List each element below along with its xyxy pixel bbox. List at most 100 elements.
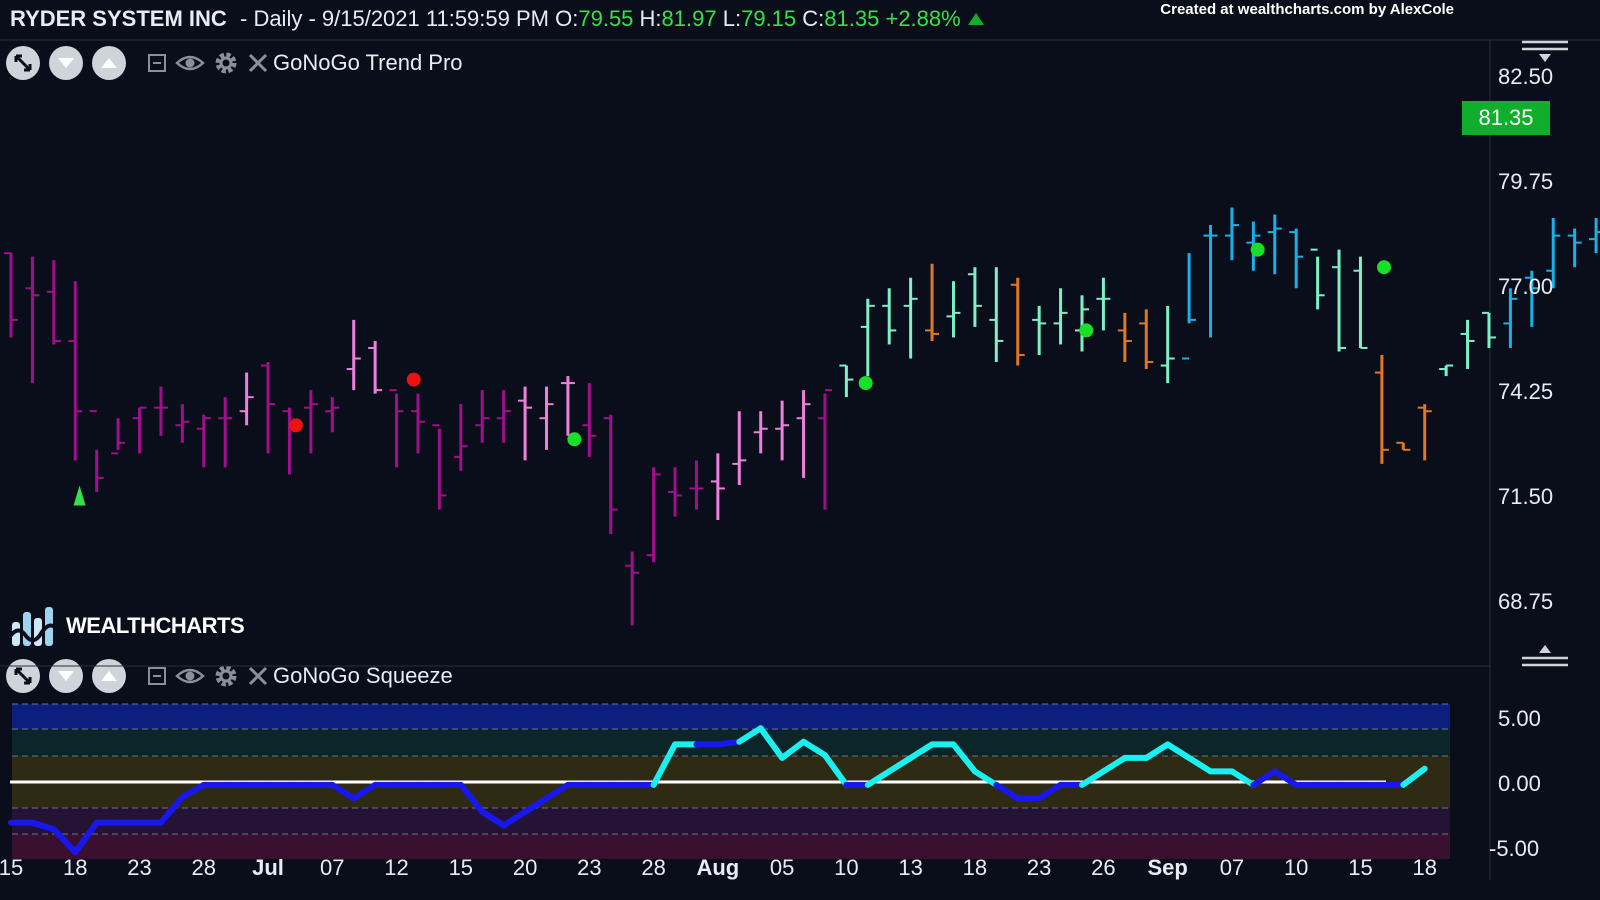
ohlc-bar (753, 411, 768, 454)
x-tick-label: 15 (448, 855, 474, 880)
ohlc-bar (410, 393, 425, 454)
x-tick-label: 18 (1412, 855, 1437, 880)
ohlc-bar (860, 298, 875, 377)
x-tick-label: Sep (1147, 855, 1188, 880)
ohlc-bar (539, 386, 554, 450)
ohlc-bar (839, 364, 854, 398)
signal-dot (406, 372, 421, 387)
x-tick-label: 18 (962, 855, 988, 880)
signal-dot (567, 432, 582, 447)
ohlc-bar (1589, 218, 1600, 254)
x-tick-label: 10 (834, 855, 859, 880)
y-tick-label: 0.00 (1498, 771, 1541, 796)
wealthcharts-logo-icon (8, 607, 60, 646)
ohlc-bar (1032, 305, 1047, 355)
ohlc-bar (582, 383, 597, 457)
ohlc-bar (325, 397, 340, 433)
ohlc-bar (1267, 214, 1282, 275)
ohlc-bar (1310, 248, 1325, 310)
ohlc-bar (1075, 295, 1089, 352)
ohlc-bar (1374, 355, 1389, 464)
y-tick-label: 5.00 (1498, 706, 1541, 731)
ohlc-bar (1332, 249, 1347, 352)
x-tick-label: 07 (320, 855, 345, 880)
ohlc-bar (1160, 305, 1175, 384)
last-price-box: 81.35 (1462, 101, 1550, 135)
wealthcharts-logo-text: WEALTHCHARTS (66, 613, 245, 638)
x-tick-label: Jul (252, 855, 284, 880)
ohlc-bar (453, 404, 468, 471)
x-tick-label: 28 (641, 855, 666, 880)
x-tick-label: 26 (1091, 855, 1116, 880)
signal-dot (1079, 323, 1094, 338)
ohlc-bar (346, 319, 361, 391)
ohlc-bar (625, 551, 640, 626)
trend-signals (73, 242, 1392, 506)
ohlc-bar (646, 467, 661, 563)
x-tick-label: 05 (769, 855, 795, 880)
ohlc-bar (1417, 404, 1432, 461)
panel-resize-handle-bottom[interactable] (1522, 645, 1568, 667)
ohlc-bar (560, 376, 575, 436)
y-tick-label: 77.00 (1498, 274, 1554, 299)
x-tick-label: 28 (191, 855, 217, 880)
ohlc-bar (25, 256, 40, 384)
x-tick-label: 23 (1026, 855, 1052, 880)
ohlc-bar (989, 267, 1004, 363)
y-tick-label: 68.75 (1498, 589, 1554, 614)
ohlc-bar (1096, 277, 1111, 331)
x-tick-label: Aug (696, 855, 740, 880)
signal-dot (1250, 242, 1265, 257)
ohlc-bar (89, 410, 104, 492)
x-tick-label: 15 (1348, 855, 1373, 880)
ohlc-bar (68, 281, 83, 461)
x-tick-label: 18 (63, 855, 88, 880)
ohlc-bar (282, 407, 297, 475)
ohlc-bar (1396, 441, 1411, 451)
x-tick-label: 23 (577, 855, 602, 880)
ohlc-bar (1567, 228, 1582, 268)
ohlc-bar (1353, 256, 1368, 349)
panel-resize-handle-top[interactable] (1522, 40, 1568, 62)
ohlc-bar (368, 340, 383, 394)
ohlc-bar (668, 467, 683, 517)
ohlc-bar (1203, 225, 1218, 338)
ohlc-bar (967, 267, 982, 327)
ohlc-bar (903, 277, 918, 359)
ohlc-bar (925, 263, 940, 341)
squeeze-segment (714, 738, 743, 748)
ohlc-bar (732, 411, 747, 485)
ohlc-bar (603, 414, 618, 535)
x-tick-label: 23 (127, 855, 152, 880)
signal-up-triangle (73, 485, 86, 506)
ohlc-bar (196, 414, 211, 468)
y-tick-label: 79.75 (1498, 169, 1554, 194)
y-tick-label: -5.00 (1489, 836, 1540, 861)
ohlc-bar (239, 372, 254, 426)
ohlc-bar (1053, 288, 1068, 345)
x-tick-label: 15 (0, 855, 24, 880)
y-tick-label: 74.25 (1498, 379, 1554, 404)
ohlc-bar (132, 406, 147, 454)
ohlc-bar (1182, 253, 1197, 360)
ohlc-bar (796, 390, 811, 478)
y-tick-label: 82.50 (1498, 64, 1554, 89)
ohlc-bar (518, 386, 533, 461)
x-tick-label: 10 (1283, 855, 1309, 880)
ohlc-bar (46, 260, 61, 345)
ohlc-bar (775, 400, 790, 461)
ohlc-bar (1117, 312, 1132, 363)
ohlc-bar (946, 281, 961, 338)
price-bars (4, 207, 1600, 626)
wealthcharts-logo: WEALTHCHARTS (8, 604, 245, 648)
ohlc-bar (175, 404, 190, 443)
ohlc-bar (1289, 228, 1304, 289)
ohlc-bar (111, 418, 126, 455)
ohlc-bar (261, 362, 276, 454)
ohlc-bar (4, 252, 18, 338)
ohlc-bar (710, 453, 725, 521)
x-tick-label: 07 (1219, 855, 1245, 880)
ohlc-bar (218, 397, 233, 468)
ohlc-bar (1139, 309, 1154, 370)
x-tick-label: 13 (898, 855, 923, 880)
